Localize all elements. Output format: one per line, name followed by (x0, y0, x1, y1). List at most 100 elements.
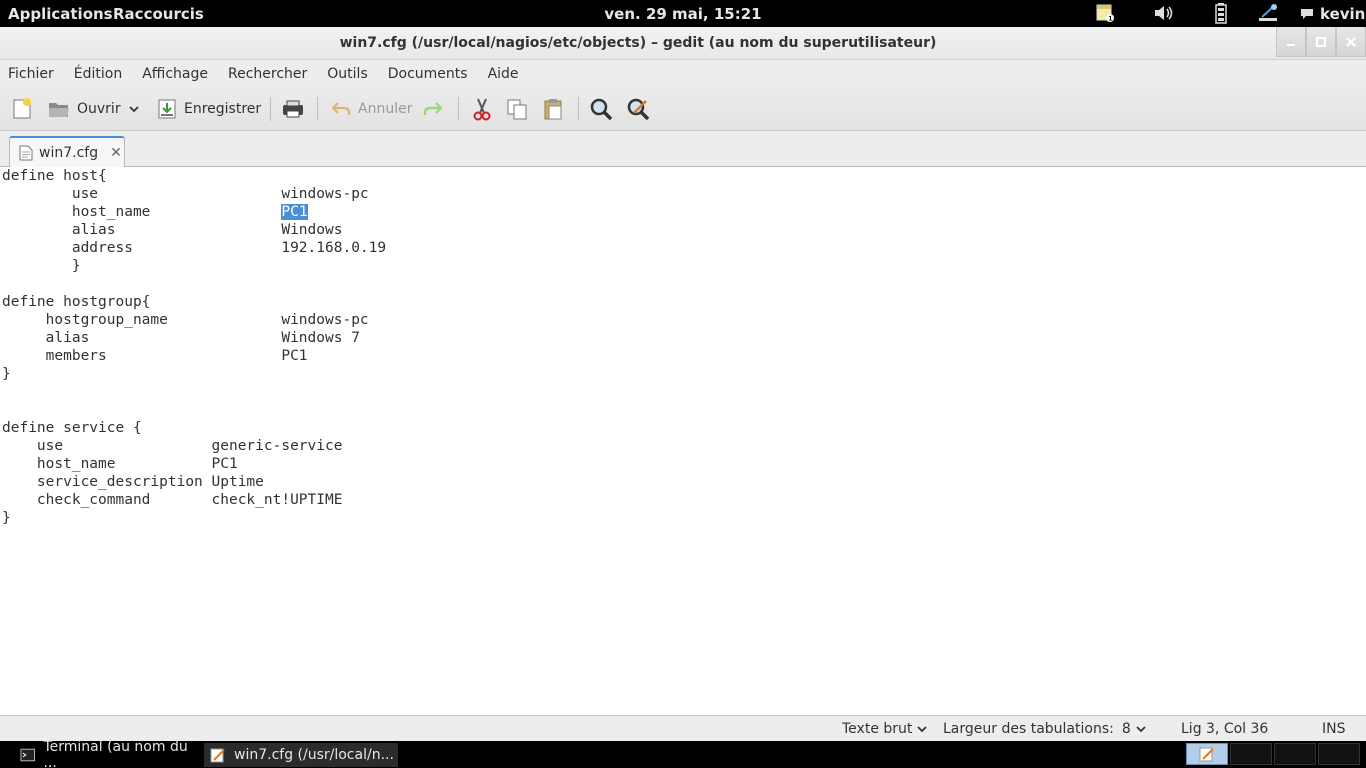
printer-icon (283, 100, 303, 118)
menubar: Fichier Édition Affichage Rechercher Out… (0, 60, 1366, 88)
tab-width-label: Largeur des tabulations: (943, 721, 1114, 737)
cut-button[interactable] (470, 94, 494, 124)
document-tabs: win7.cfg ✕ (0, 131, 1366, 168)
menu-documents[interactable]: Documents (388, 66, 480, 82)
menu-affichage[interactable]: Affichage (142, 66, 220, 82)
selected-text[interactable]: PC1 (281, 204, 308, 220)
paste-icon (544, 99, 562, 120)
clock[interactable]: ven. 29 mai, 15:21 (604, 5, 761, 23)
toolbar-separator (317, 97, 318, 121)
undo-label: Annuler (358, 101, 413, 117)
editor-line: define hostgroup{ (2, 294, 151, 310)
folder-open-icon (49, 103, 69, 117)
taskbar: Terminal (au nom du ... win7.cfg (/usr/l… (0, 739, 1366, 768)
save-label: Enregistrer (184, 101, 262, 117)
editor-line: use generic-service (2, 438, 343, 454)
open-recent-dropdown[interactable] (128, 94, 140, 124)
tab-width-value: 8 (1121, 721, 1131, 737)
chevron-down-icon (917, 726, 928, 733)
editor-line: define service { (2, 420, 142, 436)
user-menu[interactable]: kevin (1300, 5, 1365, 23)
chat-icon (1301, 9, 1313, 19)
minimize-icon (1287, 43, 1295, 46)
tab-win7-cfg[interactable]: win7.cfg ✕ (9, 136, 125, 168)
search-button[interactable] (589, 94, 613, 124)
editor-line: hostgroup_name windows-pc (2, 312, 369, 328)
insert-mode: INS (1322, 721, 1346, 737)
open-button[interactable]: Ouvrir (47, 94, 121, 124)
print-button[interactable] (281, 94, 305, 124)
chevron-down-icon (1136, 726, 1146, 733)
svg-text:1: 1 (1108, 16, 1112, 23)
volume-icon[interactable] (1152, 2, 1176, 24)
workspace-1[interactable] (1186, 743, 1228, 765)
menu-edition[interactable]: Édition (74, 66, 134, 82)
menu-fichier[interactable]: Fichier (8, 66, 66, 82)
workspace-3[interactable] (1274, 743, 1316, 765)
menu-outils[interactable]: Outils (327, 66, 379, 82)
copy-button[interactable] (506, 94, 528, 124)
window-titlebar[interactable]: win7.cfg (/usr/local/nagios/etc/objects)… (0, 27, 1366, 60)
language-selector[interactable]: Texte brut (842, 721, 928, 737)
text-editor-icon (210, 748, 225, 763)
terminal-icon (20, 748, 35, 762)
new-document-icon (13, 98, 31, 119)
toolbar-separator (270, 97, 271, 121)
editor-line: define host{ (2, 168, 107, 184)
scissors-icon (473, 98, 491, 121)
window-controls (1276, 27, 1366, 57)
redo-icon (423, 102, 443, 115)
undo-button[interactable]: Annuler (330, 94, 412, 124)
paste-button[interactable] (542, 94, 564, 124)
window-title: win7.cfg (/usr/local/nagios/etc/objects)… (339, 35, 937, 51)
maximize-button[interactable] (1306, 27, 1336, 57)
editor-line: use windows-pc (2, 186, 369, 202)
editor-line: check_command check_nt!UPTIME (2, 492, 343, 508)
editor-line: } (2, 510, 11, 526)
toolbar-separator (458, 97, 459, 121)
editor-line: service_description Uptime (2, 474, 264, 490)
task-gedit[interactable]: win7.cfg (/usr/local/n... (204, 743, 398, 767)
language-label: Texte brut (842, 721, 913, 737)
editor-line: } (2, 258, 81, 274)
text-editor[interactable]: define host{ use windows-pc host_name PC… (0, 167, 1366, 715)
text-file-icon (19, 145, 33, 161)
redo-button[interactable] (421, 94, 445, 124)
user-name: kevin (1320, 5, 1366, 23)
menu-rechercher[interactable]: Rechercher (228, 66, 319, 82)
editor-line: host_name PC1 (2, 203, 308, 221)
battery-icon[interactable] (1210, 2, 1234, 24)
search-replace-button[interactable] (626, 94, 650, 124)
menu-aide[interactable]: Aide (488, 66, 531, 82)
top-panel: Applications Raccourcis ven. 29 mai, 15:… (0, 0, 1366, 27)
task-terminal[interactable]: Terminal (au nom du ... (14, 739, 200, 768)
maximize-icon (1316, 36, 1326, 47)
task-label: Terminal (au nom du ... (43, 739, 188, 768)
editor-line: alias Windows 7 (2, 330, 360, 346)
tab-width-selector[interactable]: Largeur des tabulations: 8 (943, 721, 1147, 737)
text-editor-icon (1199, 747, 1214, 762)
close-button[interactable] (1336, 27, 1366, 57)
save-button[interactable]: Enregistrer (156, 94, 261, 124)
open-label: Ouvrir (77, 101, 121, 117)
undo-icon (331, 102, 351, 115)
workspace-2[interactable] (1230, 743, 1272, 765)
task-label: win7.cfg (/usr/local/n... (234, 747, 394, 763)
editor-line: alias Windows (2, 222, 343, 238)
editor-line: members PC1 (2, 348, 308, 364)
workspace-4[interactable] (1318, 743, 1360, 765)
chevron-down-icon (129, 106, 139, 113)
cursor-position: Lig 3, Col 36 (1181, 721, 1269, 737)
copy-icon (507, 99, 527, 120)
tab-label: win7.cfg (39, 145, 99, 161)
toolbar-separator (578, 97, 579, 121)
editor-line: address 192.168.0.19 (2, 240, 387, 256)
network-icon[interactable] (1256, 2, 1280, 24)
editor-line: host_name PC1 (2, 456, 238, 472)
notes-icon[interactable]: 1 (1093, 2, 1117, 24)
search-icon (590, 98, 613, 121)
tab-close-button[interactable]: ✕ (110, 145, 122, 161)
toolbar: Ouvrir Enregistrer Annuler (0, 88, 1366, 131)
new-document-button[interactable] (10, 94, 34, 124)
minimize-button[interactable] (1276, 27, 1306, 57)
